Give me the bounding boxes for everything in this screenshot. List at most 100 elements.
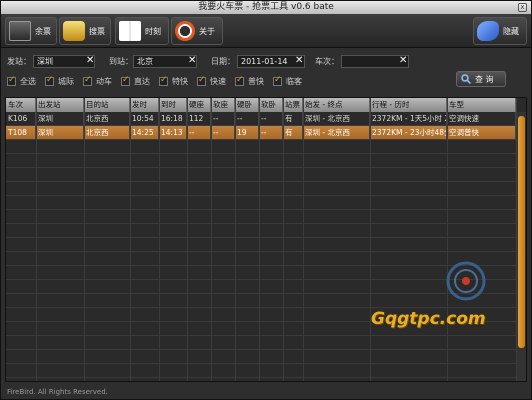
- checkbox-box: [235, 75, 244, 86]
- watermark-text: Gqgtpc.com: [371, 309, 486, 329]
- col-soft-sleeper[interactable]: 软卧: [259, 98, 283, 112]
- table-header: 车次 出发站 目的站 发时 到时 硬座 软座 硬卧 软卧 站票 始发 - 终点 …: [6, 98, 516, 112]
- checkbox-box: [45, 75, 54, 86]
- filter-panel: 发站： 深圳 ✕ 到站： 北京 ✕ 日期： 2011-01-14 ✕ 车次： ✕…: [1, 49, 531, 97]
- cell-hard-seat: 112: [187, 112, 211, 125]
- column-divider: [447, 98, 448, 381]
- checkbox-temporary[interactable]: 临客: [273, 75, 302, 87]
- checkbox-direct[interactable]: 直达: [121, 75, 150, 87]
- search-tickets-label: 搜票: [89, 26, 105, 36]
- to-station-label: 到站：: [109, 57, 133, 66]
- checkbox-box: [7, 75, 16, 86]
- col-hard-seat[interactable]: 硬座: [187, 98, 211, 112]
- column-divider: [259, 98, 260, 381]
- hide-button[interactable]: 隐藏: [473, 17, 527, 45]
- timetable-label: 时刻: [145, 26, 161, 36]
- timetable-button[interactable]: 时刻: [115, 17, 169, 45]
- table-row[interactable]: K106 深圳 北京西 10:54 16:18 112 -- -- -- 有 深…: [6, 112, 516, 126]
- checkbox-ordinary[interactable]: 普快: [235, 75, 264, 87]
- checkbox-box: [83, 75, 92, 86]
- cell-hard-seat: --: [187, 126, 211, 139]
- book-icon: [119, 21, 141, 41]
- col-depart[interactable]: 发时: [130, 98, 159, 112]
- column-divider: [187, 98, 188, 381]
- col-train-type[interactable]: 车型: [447, 98, 516, 112]
- cell-hard-sleeper: 19: [235, 126, 259, 139]
- toolbar: 余票 搜票 时刻 关于 隐藏: [1, 14, 531, 48]
- empty-row: [6, 182, 516, 196]
- checkbox-emu[interactable]: 动车: [83, 75, 112, 87]
- col-hard-sleeper[interactable]: 硬卧: [235, 98, 259, 112]
- checkbox-temporary-label: 临客: [286, 77, 302, 86]
- cell-train-type: 空调快速: [447, 112, 516, 125]
- column-divider: [84, 98, 85, 381]
- close-button[interactable]: x: [518, 3, 527, 12]
- about-button[interactable]: 关于: [171, 17, 223, 45]
- about-label: 关于: [199, 26, 215, 36]
- remaining-tickets-label: 余票: [35, 26, 51, 36]
- status-bar: FireBird. All Rights Reserved.: [7, 388, 108, 396]
- clear-date-icon[interactable]: ✕: [295, 55, 303, 66]
- checkbox-direct-label: 直达: [134, 77, 150, 86]
- empty-row: [6, 168, 516, 182]
- cell-soft-sleeper: --: [259, 112, 283, 125]
- from-station-label: 发站：: [7, 57, 31, 66]
- empty-row: [6, 364, 516, 378]
- clear-to-icon[interactable]: ✕: [188, 55, 196, 66]
- column-divider: [211, 98, 212, 381]
- cell-route: 深圳 - 北京西: [303, 126, 370, 139]
- checkbox-box: [273, 75, 282, 86]
- date-label: 日期：: [211, 57, 235, 66]
- search-tickets-button[interactable]: 搜票: [59, 17, 111, 45]
- checkbox-fast[interactable]: 快速: [197, 75, 226, 87]
- empty-row: [6, 210, 516, 224]
- window-title: 我要火车票 - 抢票工具 v0.6 bate: [198, 2, 334, 12]
- col-from[interactable]: 出发站: [36, 98, 84, 112]
- cell-from: 深圳: [36, 126, 84, 139]
- cell-train-type: 空调普快: [447, 126, 516, 139]
- col-route[interactable]: 始发 - 终点: [303, 98, 370, 112]
- cell-train-no: K106: [6, 112, 36, 125]
- cell-standing: 有: [283, 126, 303, 139]
- cell-distance-duration: 2372KM - 23小时48分: [372, 126, 447, 139]
- train-table: 车次 出发站 目的站 发时 到时 硬座 软座 硬卧 软卧 站票 始发 - 终点 …: [5, 97, 527, 382]
- scrollbar-thumb[interactable]: [518, 116, 525, 348]
- col-soft-seat[interactable]: 软座: [211, 98, 235, 112]
- col-distance-duration[interactable]: 行程 - 历时: [370, 98, 447, 112]
- cell-to: 北京西: [84, 112, 130, 125]
- query-button[interactable]: 查 询: [456, 71, 506, 87]
- empty-row: [6, 238, 516, 252]
- empty-row: [6, 224, 516, 238]
- col-to[interactable]: 目的站: [84, 98, 130, 112]
- column-divider: [303, 98, 304, 381]
- col-train-no[interactable]: 车次: [6, 98, 36, 112]
- checkbox-box: [121, 75, 130, 86]
- clear-from-icon[interactable]: ✕: [86, 55, 94, 66]
- column-divider: [130, 98, 131, 381]
- checkbox-all[interactable]: 全选: [7, 75, 36, 87]
- filter-row-types: 全选 城际 动车 直达 特快 快速 普快 临客 查 询: [1, 71, 531, 91]
- empty-row: [6, 140, 516, 154]
- remaining-tickets-button[interactable]: 余票: [5, 17, 57, 45]
- vertical-scrollbar[interactable]: [517, 112, 526, 381]
- hide-label: 隐藏: [503, 26, 519, 36]
- empty-row: [6, 336, 516, 350]
- lifebuoy-icon: [175, 21, 195, 41]
- empty-row: [6, 350, 516, 364]
- running-man-icon: [477, 21, 499, 41]
- cell-distance-duration: 2372KM - 1天5小时 24: [372, 112, 447, 125]
- col-arrive[interactable]: 到时: [159, 98, 187, 112]
- cell-depart: 14:25: [130, 126, 159, 139]
- table-row-selected[interactable]: T108 深圳 北京西 14:25 14:13 -- -- 19 -- 有 深圳…: [6, 126, 516, 140]
- cell-to: 北京西: [84, 126, 130, 139]
- cell-standing: 有: [283, 112, 303, 125]
- checkbox-intercity[interactable]: 城际: [45, 75, 74, 87]
- cell-soft-sleeper: --: [259, 126, 283, 139]
- checkbox-express[interactable]: 特快: [159, 75, 188, 87]
- clear-train-icon[interactable]: ✕: [399, 55, 407, 66]
- app-window: 我要火车票 - 抢票工具 v0.6 bate x 余票 搜票 时刻 关于 隐藏 …: [0, 0, 532, 400]
- filter-row-stations: 发站： 深圳 ✕ 到站： 北京 ✕ 日期： 2011-01-14 ✕ 车次： ✕: [1, 53, 531, 71]
- col-standing[interactable]: 站票: [283, 98, 303, 112]
- column-divider: [283, 98, 284, 381]
- column-divider: [159, 98, 160, 381]
